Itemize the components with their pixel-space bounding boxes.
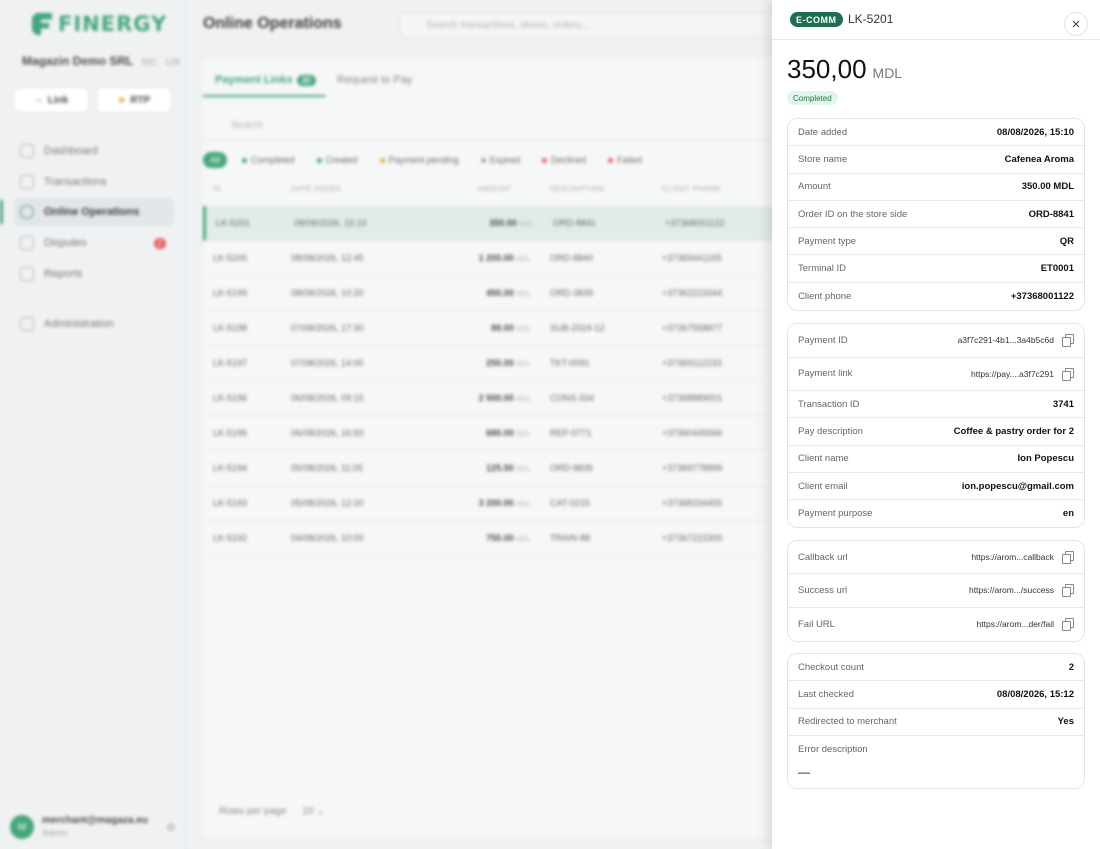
- payment-detail-drawer: E-COMM LK-5201 × 350,00 MDL Completed Da…: [772, 0, 1100, 849]
- detail-value: https://arom...callback: [971, 552, 1054, 563]
- detail-value: 08/08/2026, 15:10: [996, 126, 1074, 138]
- detail-row: Fail URL https://arom...der/fail: [788, 608, 1084, 641]
- detail-value: https://pay....a3f7c291: [970, 368, 1054, 379]
- drawer-amount: 350,00 MDL: [787, 54, 902, 85]
- detail-label: Fail URL: [798, 618, 835, 630]
- detail-value: 08/08/2026, 15:12: [996, 688, 1074, 700]
- detail-row: Success url https://arom.../success: [788, 574, 1084, 608]
- detail-value: —: [798, 765, 810, 780]
- detail-row: Last checked 08/08/2026, 15:12: [788, 681, 1084, 709]
- copy-icon[interactable]: [1062, 584, 1074, 598]
- detail-row: Order ID on the store side ORD-8841: [788, 201, 1084, 229]
- detail-row: Payment type QR: [788, 228, 1084, 256]
- detail-row: Payment purpose en: [788, 500, 1084, 527]
- detail-row: Payment ID a3f7c291-4b1...3a4b5c6d: [788, 324, 1084, 358]
- copy-icon[interactable]: [1062, 334, 1074, 348]
- detail-row: Callback url https://arom...callback: [788, 541, 1084, 575]
- detail-row: Amount 350.00 MDL: [788, 174, 1084, 201]
- modal-backdrop[interactable]: [0, 0, 772, 849]
- channel-tag: E-COMM: [790, 12, 843, 27]
- detail-value: https://arom.../success: [968, 585, 1054, 596]
- detail-value: ORD-8841: [1028, 208, 1074, 220]
- detail-label: Pay description: [798, 425, 863, 437]
- detail-row: Client email ion.popescu@gmail.com: [788, 473, 1084, 501]
- detail-row: Client name Ion Popescu: [788, 446, 1084, 473]
- detail-label: Callback url: [798, 551, 848, 563]
- detail-value: https://arom...der/fail: [976, 619, 1054, 630]
- detail-label: Client phone: [798, 290, 852, 302]
- detail-row: Transaction ID 3741: [788, 391, 1084, 419]
- detail-row: Terminal ID ET0001: [788, 255, 1084, 283]
- detail-label: Payment link: [798, 368, 853, 380]
- detail-row: Checkout count 2: [788, 654, 1084, 682]
- amount-currency: MDL: [872, 65, 903, 81]
- error-description-row: Error description —: [788, 736, 1084, 788]
- detail-label: Redirected to merchant: [798, 716, 897, 728]
- detail-label: Payment type: [798, 235, 857, 247]
- detail-value: 350.00 MDL: [1021, 181, 1074, 193]
- close-icon: ×: [1071, 15, 1081, 33]
- detail-row: Redirected to merchant Yes: [788, 709, 1084, 736]
- amount-value: 350,00: [787, 54, 867, 84]
- detail-row: Pay description Coffee & pastry order for…: [788, 418, 1084, 446]
- detail-value: +37368001122: [1010, 290, 1074, 302]
- detail-value: a3f7c291-4b1...3a4b5c6d: [957, 335, 1054, 346]
- close-button[interactable]: ×: [1064, 12, 1088, 36]
- detail-row: Client phone +37368001122: [788, 283, 1084, 310]
- detail-label: Client name: [798, 453, 849, 465]
- detail-value: Coffee & pastry order for 2: [953, 425, 1074, 437]
- checkout-card: Checkout count 2 Last checked 08/08/2026, 1…: [787, 653, 1085, 789]
- detail-label: Success url: [798, 584, 848, 596]
- detail-label: Checkout count: [798, 661, 865, 673]
- status-badge: Completed: [787, 91, 838, 105]
- copy-icon[interactable]: [1062, 367, 1074, 381]
- detail-value: en: [1062, 508, 1074, 520]
- detail-label: Terminal ID: [798, 263, 847, 275]
- detail-label: Payment purpose: [798, 508, 873, 520]
- summary-card: Date added 08/08/2026, 15:10 Store name Caf…: [787, 118, 1085, 312]
- detail-label: Store name: [798, 153, 848, 165]
- detail-value: Cafenea Aroma: [1004, 153, 1074, 165]
- detail-label: Transaction ID: [798, 398, 860, 410]
- detail-row: Payment link https://pay....a3f7c291: [788, 358, 1084, 391]
- urls-card: Callback url https://arom...callback Succe…: [787, 540, 1085, 642]
- detail-value: Yes: [1057, 716, 1074, 728]
- detail-value: ET0001: [1040, 263, 1074, 275]
- drawer-header: E-COMM LK-5201 ×: [772, 0, 1100, 40]
- detail-label: Error description: [798, 744, 868, 756]
- detail-label: Payment ID: [798, 334, 848, 346]
- detail-label: Order ID on the store side: [798, 208, 908, 220]
- detail-value: QR: [1059, 235, 1074, 247]
- detail-value: ion.popescu@gmail.com: [961, 480, 1074, 492]
- detail-row: Store name Cafenea Aroma: [788, 146, 1084, 174]
- payment-card: Payment ID a3f7c291-4b1...3a4b5c6d Payment…: [787, 323, 1085, 529]
- copy-icon[interactable]: [1062, 551, 1074, 565]
- detail-value: 3741: [1052, 398, 1074, 410]
- detail-label: Client email: [798, 480, 848, 492]
- detail-value: 2: [1068, 661, 1074, 673]
- detail-label: Date added: [798, 126, 848, 138]
- drawer-link-id: LK-5201: [848, 12, 894, 26]
- detail-value: Ion Popescu: [1017, 453, 1074, 465]
- copy-icon[interactable]: [1062, 618, 1074, 632]
- detail-label: Last checked: [798, 688, 854, 700]
- detail-row: Date added 08/08/2026, 15:10: [788, 119, 1084, 147]
- detail-label: Amount: [798, 181, 831, 193]
